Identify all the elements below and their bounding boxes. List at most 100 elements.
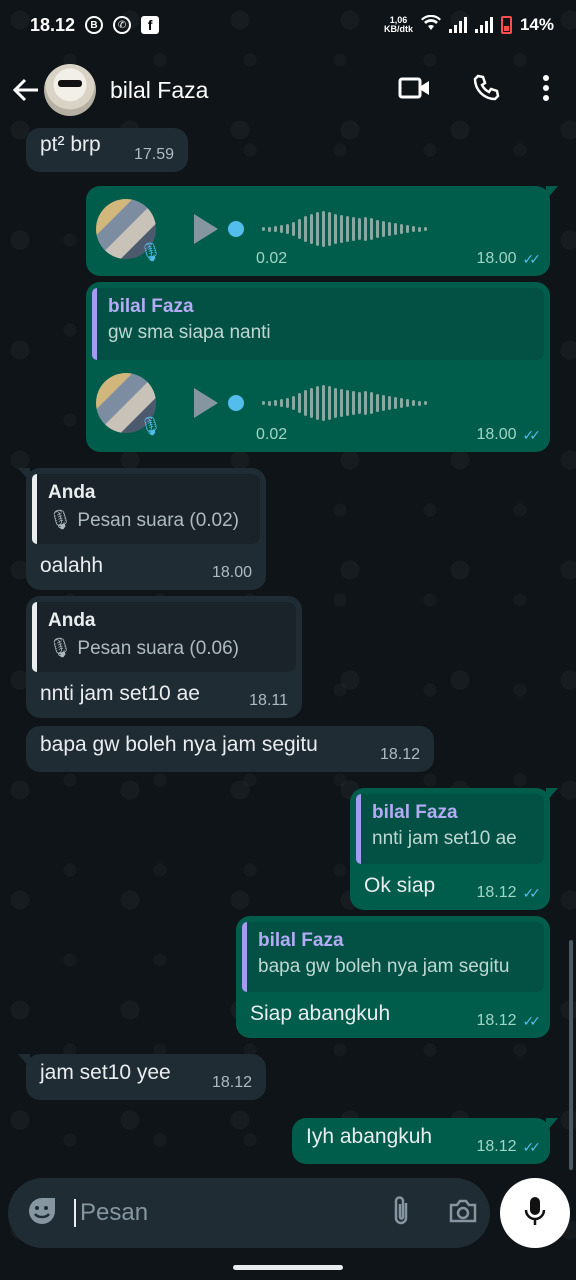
arrow-left-icon[interactable] <box>12 76 40 104</box>
message-time: 18.00 ✓✓ <box>476 426 542 443</box>
signal-icon-2 <box>474 17 493 33</box>
message-m7[interactable]: bilal Faza nnti jam set10 ae Ok siap 18.… <box>350 788 558 910</box>
waveform-bar <box>286 224 289 234</box>
waveform-bar <box>346 390 349 416</box>
playback-handle[interactable] <box>228 221 244 237</box>
waveform-bar <box>280 225 283 233</box>
voice-duration: 0.02 <box>256 250 288 267</box>
camera-icon[interactable] <box>448 1198 478 1229</box>
waveform-bar <box>298 393 301 413</box>
waveform-bar <box>388 222 391 236</box>
double-check-icon: ✓✓ <box>522 1012 542 1029</box>
waveform-bar <box>346 216 349 242</box>
status-bar: 18.12 B ✆ f 1,06 KB/dtk 14% <box>0 0 576 50</box>
waveform-bar <box>406 399 409 407</box>
waveform-bar <box>286 398 289 408</box>
message-m2-voice[interactable]: 🎙 0.02 18.00 ✓✓ <box>86 186 558 276</box>
waveform-bar <box>358 392 361 414</box>
voice-sender-thumbnail: 🎙 <box>96 373 162 436</box>
microphone-icon <box>523 1195 547 1232</box>
scrollbar[interactable] <box>569 940 573 1170</box>
waveform-bar <box>340 389 343 417</box>
waveform-bar <box>304 216 307 242</box>
waveform-bar <box>364 217 367 241</box>
message-input[interactable] <box>74 1199 390 1227</box>
message-m8[interactable]: bilal Faza bapa gw boleh nya jam segitu … <box>236 916 550 1038</box>
waveform-bar <box>394 397 397 409</box>
voice-quote: 🎙 Pesan suara (0.06) <box>48 638 239 659</box>
chat-header: bilal Faza <box>0 50 576 130</box>
waveform-bar <box>292 222 295 236</box>
waveform-bar <box>406 225 409 233</box>
b-notification-icon: B <box>85 16 104 34</box>
waveform-bar <box>376 220 379 238</box>
message-time: 18.12 ✓✓ <box>476 1138 542 1155</box>
emoji-icon[interactable] <box>26 1195 58 1232</box>
microphone-button[interactable] <box>500 1178 570 1248</box>
phone-icon[interactable] <box>472 74 500 107</box>
message-composer <box>8 1178 490 1248</box>
waveform-bar <box>262 227 265 231</box>
message-time: 18.12 <box>211 1074 252 1091</box>
waveform-bar <box>280 399 283 407</box>
battery-icon <box>500 16 512 34</box>
waveform-bar <box>316 386 319 420</box>
waveform-bar <box>412 226 415 232</box>
quoted-message[interactable]: Anda 🎙 Pesan suara (0.06) <box>32 602 296 672</box>
waveform-bar <box>274 226 277 232</box>
message-m9[interactable]: jam set10 yee 18.12 <box>18 1054 266 1100</box>
message-time: 18.12 ✓✓ <box>476 1012 542 1029</box>
facebook-notification-icon: f <box>141 16 160 34</box>
waveform-bar <box>340 215 343 243</box>
message-m3-voice-reply[interactable]: bilal Faza gw sma siapa nanti 🎙 0.02 18.… <box>86 282 550 452</box>
waveform-bar <box>328 212 331 246</box>
paperclip-icon[interactable] <box>390 1195 412 1232</box>
waveform-bar <box>352 217 355 241</box>
voice-quote: 🎙 Pesan suara (0.02) <box>48 510 239 531</box>
battery-level: 14% <box>519 15 554 34</box>
message-m4[interactable]: Anda 🎙 Pesan suara (0.02) oalahh 18.00 <box>18 468 266 590</box>
waveform-bar <box>310 214 313 244</box>
waveform-bar <box>394 223 397 235</box>
message-time: 18.00 <box>211 564 252 581</box>
waveform-bar <box>310 388 313 418</box>
waveform-bar <box>424 227 427 231</box>
quoted-message[interactable]: bilal Faza bapa gw boleh nya jam segitu <box>242 922 544 992</box>
microphone-icon: 🎙 <box>139 416 162 436</box>
waveform-bar <box>316 212 319 246</box>
waveform-bar <box>418 400 421 406</box>
waveform-bar <box>334 214 337 244</box>
voice-sender-thumbnail: 🎙 <box>96 199 162 262</box>
voice-waveform[interactable] <box>262 209 427 249</box>
waveform-bar <box>298 219 301 239</box>
waveform-bar <box>418 226 421 232</box>
contact-name[interactable]: bilal Faza <box>110 77 208 104</box>
microphone-icon: 🎙 <box>139 242 162 262</box>
contact-avatar[interactable] <box>44 64 96 116</box>
double-check-icon: ✓✓ <box>522 1138 542 1155</box>
network-speed: 1,06 KB/dtk <box>383 15 413 34</box>
status-time: 18.12 <box>30 14 76 35</box>
waveform-bar <box>388 396 391 410</box>
play-icon[interactable] <box>194 214 218 244</box>
whatsapp-notification-icon: ✆ <box>113 16 132 34</box>
message-m6[interactable]: bapa gw boleh nya jam segitu 18.12 <box>26 726 434 772</box>
more-vertical-icon[interactable] <box>542 74 550 106</box>
message-m5[interactable]: Anda 🎙 Pesan suara (0.06) nnti jam set10… <box>26 596 302 718</box>
message-m1[interactable]: pt² brp 17.59 <box>26 128 188 172</box>
gesture-nav-bar[interactable] <box>233 1265 343 1270</box>
quoted-message[interactable]: bilal Faza nnti jam set10 ae <box>356 794 544 864</box>
waveform-bar <box>424 401 427 405</box>
play-icon[interactable] <box>194 388 218 418</box>
video-call-icon[interactable] <box>398 76 430 105</box>
waveform-bar <box>400 398 403 408</box>
double-check-icon: ✓✓ <box>522 884 542 901</box>
voice-waveform[interactable] <box>262 383 427 423</box>
playback-handle[interactable] <box>228 395 244 411</box>
quoted-message[interactable]: Anda 🎙 Pesan suara (0.02) <box>32 474 260 544</box>
double-check-icon: ✓✓ <box>522 426 542 443</box>
quoted-message[interactable]: bilal Faza gw sma siapa nanti <box>92 288 544 360</box>
waveform-bar <box>274 400 277 406</box>
message-m10[interactable]: Iyh abangkuh 18.12 ✓✓ <box>292 1118 558 1164</box>
waveform-bar <box>412 400 415 406</box>
